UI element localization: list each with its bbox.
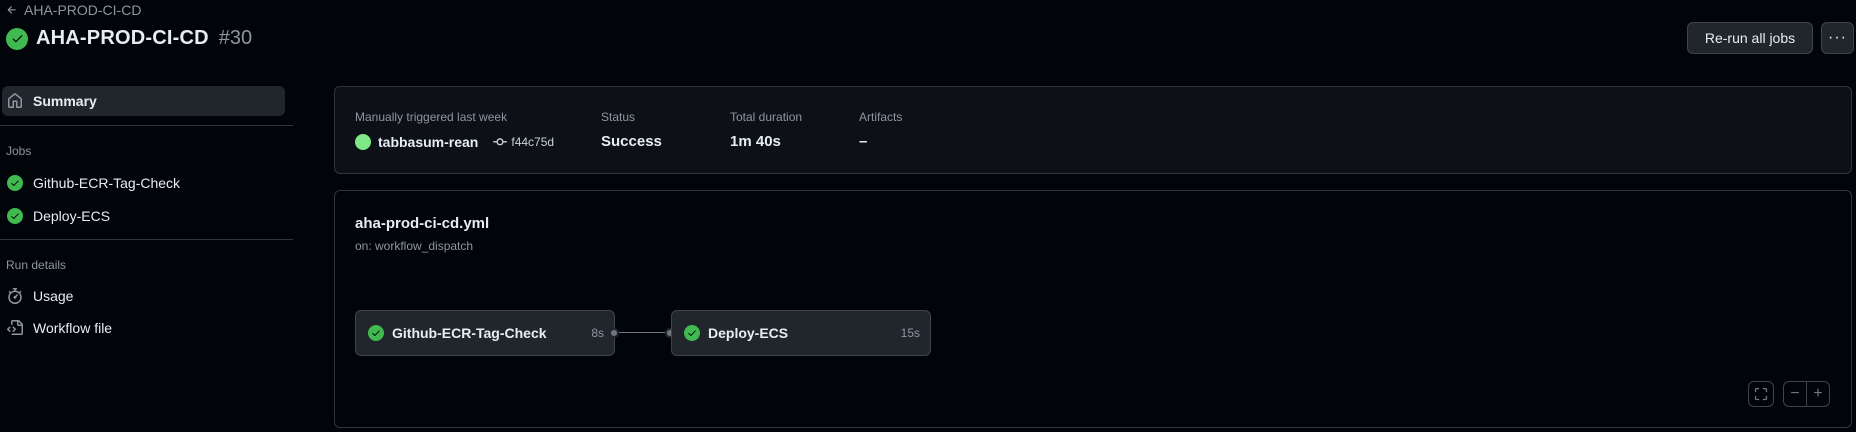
sidebar-item-workflow-file[interactable]: Workflow file <box>2 313 285 343</box>
git-commit-icon <box>493 138 508 146</box>
artifacts-label: Artifacts <box>859 110 903 124</box>
status-value: Success <box>601 133 662 150</box>
zoom-in-button[interactable]: + <box>1806 381 1830 407</box>
avatar[interactable] <box>355 134 371 150</box>
job-name: Deploy-ECS <box>708 325 789 341</box>
sidebar-item-summary[interactable]: Summary <box>2 86 285 116</box>
workflow-graph-card: aha-prod-ci-cd.yml on: workflow_dispatch… <box>334 190 1852 428</box>
run-number: #30 <box>218 27 253 49</box>
stopwatch-icon <box>7 288 23 304</box>
actor-row: tabbasum-rean f44c75d <box>355 134 554 150</box>
file-code-icon <box>7 320 23 336</box>
trigger-label: Manually triggered last week <box>355 110 508 124</box>
fullscreen-button[interactable] <box>1748 381 1774 407</box>
actor-name[interactable]: tabbasum-rean <box>378 134 478 150</box>
zoom-out-button[interactable]: − <box>1783 381 1807 407</box>
success-check-icon <box>368 325 384 341</box>
commit-link[interactable]: f44c75d <box>493 135 554 149</box>
sidebar-divider <box>0 125 293 126</box>
success-check-icon <box>7 208 23 224</box>
duration-label: Total duration <box>730 110 803 124</box>
back-link-label: AHA-PROD-CI-CD <box>24 2 142 18</box>
back-link[interactable]: AHA-PROD-CI-CD <box>6 2 141 18</box>
jobs-heading: Jobs <box>6 144 32 158</box>
sidebar-item-job[interactable]: Github-ECR-Tag-Check <box>2 168 285 198</box>
commit-sha: f44c75d <box>511 135 555 149</box>
job-name: Github-ECR-Tag-Check <box>392 325 547 341</box>
job-node[interactable]: Github-ECR-Tag-Check 8s <box>355 310 615 356</box>
page-title-row: AHA-PROD-CI-CD #30 <box>6 27 252 50</box>
sidebar-item-label: Workflow file <box>33 320 113 336</box>
arrow-left-icon <box>7 6 16 14</box>
sidebar-item-job[interactable]: Deploy-ECS <box>2 201 285 231</box>
duration-value: 1m 40s <box>730 133 781 150</box>
workflow-file-name[interactable]: aha-prod-ci-cd.yml <box>355 215 489 232</box>
fullscreen-icon <box>1754 387 1768 401</box>
job-duration: 8s <box>591 326 604 340</box>
success-check-icon <box>7 175 23 191</box>
more-options-button[interactable]: ··· <box>1821 22 1854 54</box>
sidebar-item-label: Deploy-ECS <box>33 208 111 224</box>
job-duration: 15s <box>900 326 920 340</box>
artifacts-value: – <box>859 133 868 150</box>
run-summary-card: Manually triggered last week tabbasum-re… <box>334 86 1852 174</box>
page-title: AHA-PROD-CI-CD <box>36 27 209 49</box>
rerun-all-jobs-button[interactable]: Re-run all jobs <box>1687 22 1813 54</box>
success-check-icon <box>684 325 700 341</box>
sidebar-divider <box>0 239 293 240</box>
sidebar-item-label: Summary <box>33 93 97 109</box>
success-check-icon <box>6 27 28 50</box>
run-details-heading: Run details <box>6 258 67 272</box>
connector-dot <box>609 328 619 338</box>
workflow-trigger: on: workflow_dispatch <box>355 239 474 253</box>
sidebar-item-label: Github-ECR-Tag-Check <box>33 175 181 191</box>
home-icon <box>7 93 23 109</box>
status-label: Status <box>601 110 636 124</box>
sidebar-item-label: Usage <box>33 288 74 304</box>
sidebar-item-usage[interactable]: Usage <box>2 281 285 311</box>
job-node[interactable]: Deploy-ECS 15s <box>671 310 931 356</box>
job-connector-line <box>619 332 667 333</box>
